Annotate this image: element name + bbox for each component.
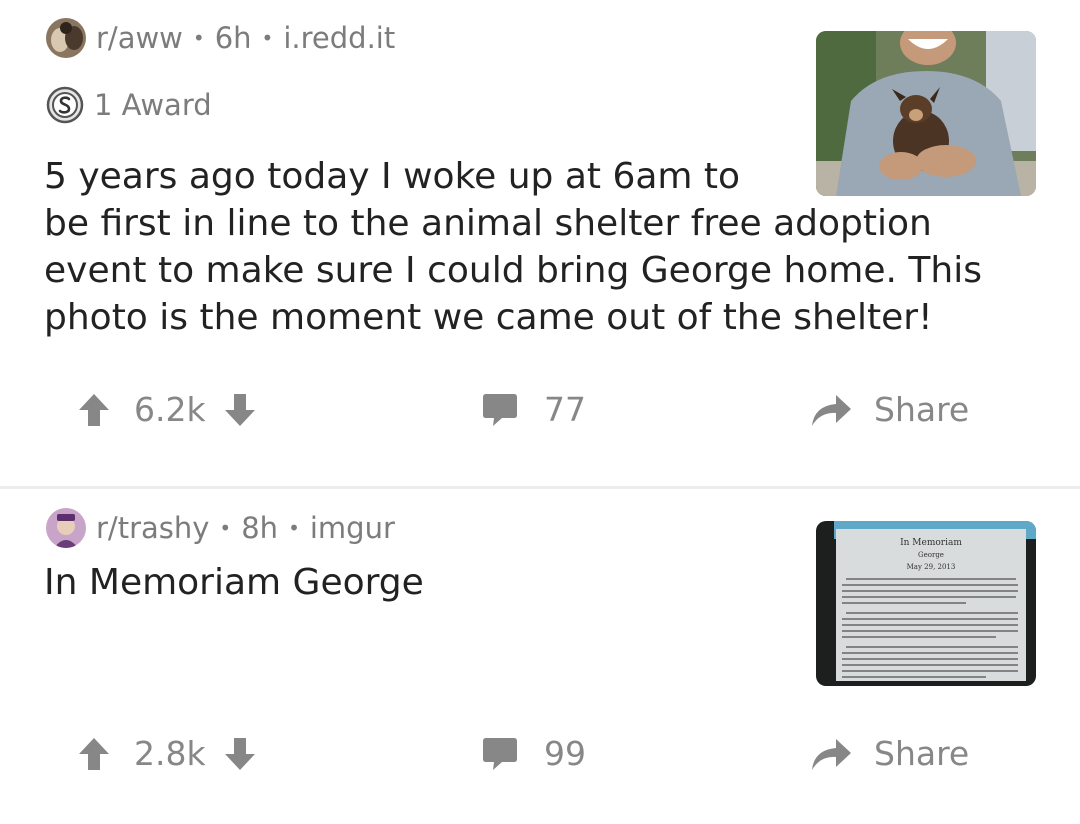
post-title-line: photo is the moment we came out of the s… xyxy=(44,297,933,338)
comment-bubble-icon xyxy=(483,393,517,426)
vote-controls: 6.2k xyxy=(78,390,256,429)
post-title-line: be first in line to the animal shelter f… xyxy=(44,203,932,244)
comments-button[interactable]: 99 xyxy=(482,734,586,773)
post-card[interactable]: r/aww • 6h • i.redd.it 1 Award 5 years a… xyxy=(0,0,1080,486)
post-title[interactable]: In Memoriam George xyxy=(44,559,744,606)
award-row[interactable]: 1 Award xyxy=(46,86,212,124)
vote-count: 2.8k xyxy=(134,734,206,773)
share-label: Share xyxy=(874,390,970,429)
subreddit-name[interactable]: r/aww xyxy=(96,21,183,55)
share-arrow-icon xyxy=(812,394,851,426)
vote-count: 6.2k xyxy=(134,390,206,429)
comment-count: 77 xyxy=(544,390,586,429)
man-holding-puppy-photo xyxy=(816,31,1036,196)
subreddit-avatar-image xyxy=(46,18,86,58)
subreddit-name[interactable]: r/trashy xyxy=(96,511,209,545)
post-meta: r/trashy • 8h • imgur xyxy=(46,508,395,548)
post-thumbnail[interactable] xyxy=(816,31,1036,196)
post-card[interactable]: r/trashy • 8h • imgur In Memoriam George… xyxy=(0,489,1080,824)
share-button[interactable]: Share xyxy=(810,734,969,773)
upvote-arrow-icon[interactable] xyxy=(78,737,110,771)
meta-separator: • xyxy=(192,26,205,50)
post-meta: r/aww • 6h • i.redd.it xyxy=(46,18,395,58)
meta-separator: • xyxy=(219,516,232,540)
post-title-line: In Memoriam George xyxy=(44,562,424,603)
subreddit-avatar[interactable] xyxy=(46,508,86,548)
post-title-line: event to make sure I could bring George … xyxy=(44,250,982,291)
share-arrow-icon xyxy=(812,738,851,770)
post-domain[interactable]: imgur xyxy=(310,511,395,545)
post-thumbnail[interactable]: In Memoriam George May 29, 2013 xyxy=(816,521,1036,686)
memorial-heading: In Memoriam xyxy=(900,538,962,548)
memorial-name: George xyxy=(918,551,944,559)
meta-separator: • xyxy=(288,516,300,540)
meta-separator: • xyxy=(261,26,274,50)
share-button[interactable]: Share xyxy=(810,390,969,429)
share-label: Share xyxy=(874,734,970,773)
upvote-arrow-icon[interactable] xyxy=(78,393,110,427)
post-domain[interactable]: i.redd.it xyxy=(283,21,395,55)
silver-award-icon xyxy=(46,86,84,124)
comments-button[interactable]: 77 xyxy=(482,390,586,429)
post-age: 6h xyxy=(214,21,252,55)
subreddit-avatar-image xyxy=(46,508,86,548)
post-actions: 2.8k 99 Share xyxy=(0,734,1080,794)
comment-count: 99 xyxy=(544,734,586,773)
memorial-date: May 29, 2013 xyxy=(907,563,956,571)
subreddit-avatar[interactable] xyxy=(46,18,86,58)
downvote-arrow-icon[interactable] xyxy=(224,393,256,427)
award-count: 1 Award xyxy=(94,88,212,122)
comment-bubble-icon xyxy=(483,737,517,770)
vote-controls: 2.8k xyxy=(78,734,256,773)
downvote-arrow-icon[interactable] xyxy=(224,737,256,771)
post-age: 8h xyxy=(241,511,279,545)
memorial-sign-photo: In Memoriam George May 29, 2013 xyxy=(816,521,1036,686)
post-actions: 6.2k 77 Share xyxy=(0,390,1080,450)
